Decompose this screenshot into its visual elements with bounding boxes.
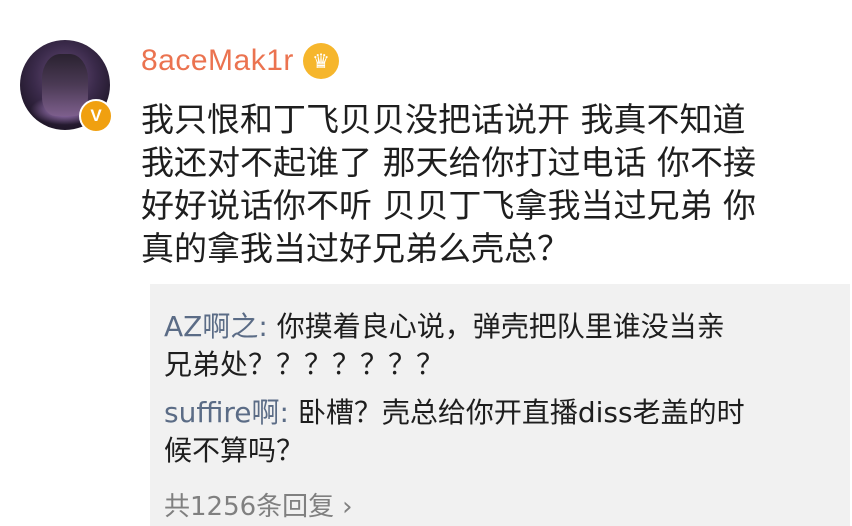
reply-text: 卧槽？壳总给你开直播diss老盖的时	[297, 396, 745, 429]
username[interactable]: 8aceMak1r	[141, 44, 294, 78]
reply-author[interactable]: suffire啊	[164, 396, 280, 429]
reply-text: 你摸着良心说，弹壳把队里谁没当亲	[276, 310, 725, 343]
reply-line: suffire啊: 卧槽？壳总给你开直播diss老盖的时	[164, 394, 804, 432]
more-replies-link[interactable]: 共1256条回复 ›	[164, 486, 353, 523]
reply-line: AZ啊之: 你摸着良心说，弹壳把队里谁没当亲	[164, 308, 804, 346]
more-replies-label: 共1256条回复	[164, 492, 335, 522]
post-text-line: 我还对不起谁了 那天给你打过电话 你不接	[141, 143, 756, 182]
post-text-line: 真的拿我当过好兄弟么壳总？	[141, 229, 570, 268]
crown-badge-icon: ♛	[303, 43, 339, 79]
post-text: 我只恨和丁飞贝贝没把话说开 我真不知道 我还对不起谁了 那天给你打过电话 你不接…	[141, 98, 831, 270]
post-text-line: 好好说话你不听 贝贝丁飞拿我当过兄弟 你	[141, 186, 756, 225]
chevron-right-icon: ›	[342, 492, 353, 522]
reply-item[interactable]: suffire啊: 卧槽？壳总给你开直播diss老盖的时 候不算吗？	[164, 394, 804, 470]
verified-badge-icon: V	[79, 99, 113, 133]
replies-panel: AZ啊之: 你摸着良心说，弹壳把队里谁没当亲 兄弟处？？？？？？？ suffir…	[150, 284, 850, 526]
reply-line: 兄弟处？？？？？？？	[164, 348, 445, 381]
reply-author[interactable]: AZ啊之	[164, 310, 258, 343]
post-text-line: 我只恨和丁飞贝贝没把话说开 我真不知道	[141, 100, 746, 139]
reply-item[interactable]: AZ啊之: 你摸着良心说，弹壳把队里谁没当亲 兄弟处？？？？？？？	[164, 308, 804, 384]
reply-line: 候不算吗？	[164, 434, 305, 467]
reply-separator: :	[279, 396, 298, 429]
reply-separator: :	[258, 310, 277, 343]
